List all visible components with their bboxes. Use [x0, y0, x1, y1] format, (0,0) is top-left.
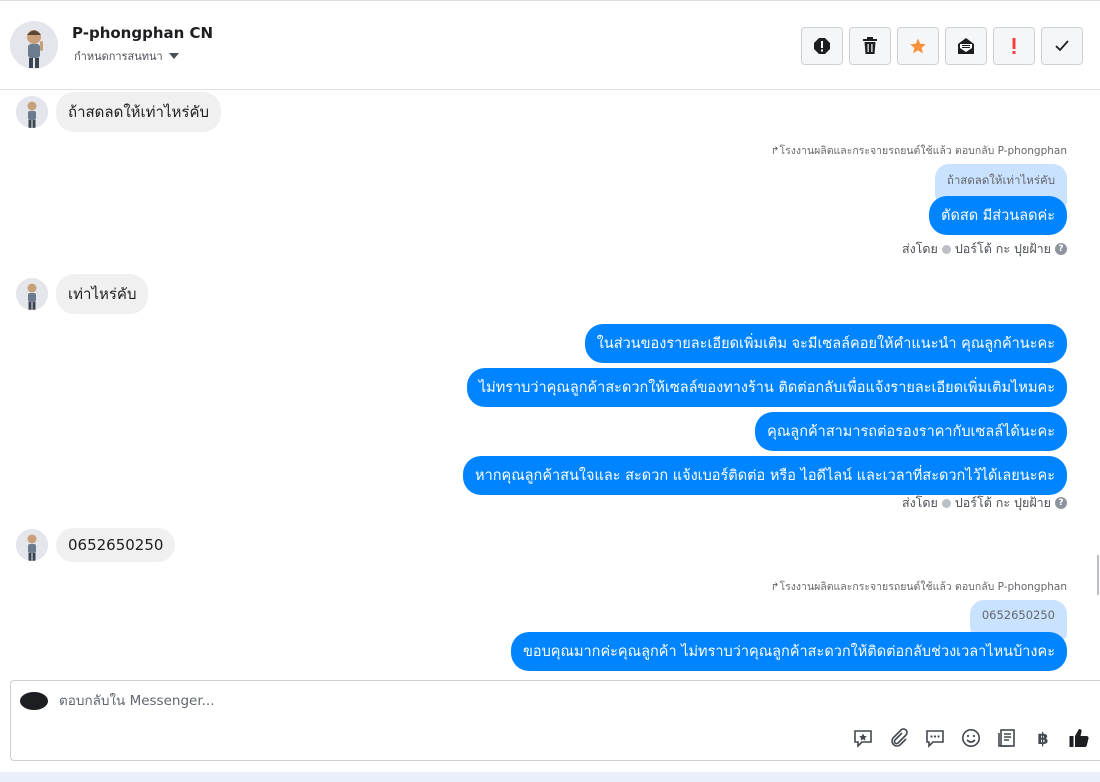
contact-name: P-phongphan CN: [72, 24, 214, 42]
incoming-message: เท่าไหร่คับ: [16, 274, 149, 314]
message-bubble: หากคุณลูกค้าสนใจและ สะดวก แจ้งเบอร์ติดต่…: [463, 456, 1067, 495]
baht-icon: ฿: [1037, 728, 1049, 748]
incoming-message: ถ้าสดลดให้เท่าไหร่คับ: [16, 92, 222, 132]
sent-by-info: ส่งโดย ปอร์โต้ กะ ปุยฝ้าย ?: [902, 493, 1067, 513]
chat-bubble-icon: [926, 730, 944, 748]
star-icon: [910, 38, 926, 54]
message-bubble: 0652650250: [56, 528, 176, 562]
message-thread[interactable]: ถ้าสดลดให้เท่าไหร่คับ ↱โรงงานผลิตและกระจ…: [0, 90, 1100, 672]
message-bubble: คุณลูกค้าสามารถต่อรองราคากับเซลล์ได้นะคะ: [755, 412, 1067, 451]
help-icon[interactable]: ?: [1055, 243, 1067, 255]
saved-reply-button[interactable]: [852, 727, 874, 749]
sent-by-label: ส่งโดย: [901, 241, 938, 256]
thread-scrollbar[interactable]: [1096, 90, 1100, 672]
trash-icon: [863, 37, 877, 54]
notes-button[interactable]: [996, 727, 1018, 749]
message-bubble: เท่าไหร่คับ: [56, 274, 149, 314]
notes-icon: [998, 729, 1015, 747]
report-button[interactable]: [801, 27, 843, 65]
saved-reply-icon: [854, 730, 872, 748]
header-actions: [801, 27, 1083, 65]
mark-done-button[interactable]: [1041, 27, 1083, 65]
attach-button[interactable]: [888, 727, 910, 749]
messenger-inbox: P-phongphan CN กำหนดการสนทนา ถ้าสดลดให้เ…: [0, 0, 1100, 782]
conversation-label: กำหนดการสนทนา: [74, 50, 163, 63]
message-bubble: ขอบคุณมากค่ะคุณลูกค้า ไม่ทราบว่าคุณลูกค้…: [510, 632, 1067, 671]
sent-by-label: ส่งโดย: [901, 495, 938, 510]
emoji-icon: [962, 729, 980, 747]
reply-arrow-icon: ↱: [770, 145, 780, 157]
spam-button[interactable]: [993, 27, 1035, 65]
payment-button[interactable]: ฿: [1032, 727, 1054, 749]
composer-toolbar: ฿: [852, 727, 1100, 749]
reply-context: ↱โรงงานผลิตและกระจายรถยนต์ใช้แล้ว ตอบกลั…: [771, 142, 1067, 159]
message-bubble: ในส่วนของรายละเอียดเพิ่มเติม จะมีเซลล์คอ…: [584, 324, 1067, 363]
page-avatar: [20, 692, 48, 710]
exclamation-icon: [1012, 38, 1016, 54]
sender-name: ปอร์โต้ กะ ปุยฝ้าย: [954, 241, 1051, 256]
reply-context-text: โรงงานผลิตและกระจายรถยนต์ใช้แล้ว ตอบกลับ…: [779, 145, 1067, 157]
outgoing-group: ขอบคุณมากค่ะคุณลูกค้า ไม่ทราบว่าคุณลูกค้…: [510, 632, 1067, 671]
sender-avatar[interactable]: [16, 96, 48, 128]
verified-icon: [941, 244, 951, 254]
reply-arrow-icon: ↱: [770, 581, 780, 593]
star-button[interactable]: [897, 27, 939, 65]
sender-name: ปอร์โต้ กะ ปุยฝ้าย: [954, 495, 1051, 510]
reply-input[interactable]: [59, 693, 759, 709]
quick-replies-button[interactable]: [924, 727, 946, 749]
caret-down-icon: [168, 53, 179, 59]
reply-composer: ฿: [10, 680, 1100, 761]
conversation-header: P-phongphan CN กำหนดการสนทนา: [0, 0, 1100, 90]
contact-avatar[interactable]: [10, 21, 58, 69]
sender-avatar[interactable]: [16, 529, 48, 561]
like-icon: [1069, 729, 1089, 747]
scrollbar-thumb[interactable]: [1097, 555, 1099, 595]
sent-by-info: ส่งโดย ปอร์โต้ กะ ปุยฝ้าย ?: [902, 239, 1067, 259]
attachment-icon: [891, 728, 908, 747]
report-icon: [814, 38, 830, 54]
mark-unread-button[interactable]: [945, 27, 987, 65]
incoming-message: 0652650250: [16, 528, 176, 562]
emoji-button[interactable]: [960, 727, 982, 749]
outgoing-group: ในส่วนของรายละเอียดเพิ่มเติม จะมีเซลล์คอ…: [463, 324, 1067, 495]
mail-icon: [958, 38, 974, 54]
help-icon[interactable]: ?: [1055, 497, 1067, 509]
verified-icon: [941, 498, 951, 508]
reply-context-text: โรงงานผลิตและกระจายรถยนต์ใช้แล้ว ตอบกลับ…: [779, 581, 1067, 593]
check-icon: [1055, 40, 1069, 52]
like-button[interactable]: [1068, 727, 1090, 749]
delete-button[interactable]: [849, 27, 891, 65]
conversation-label-dropdown[interactable]: กำหนดการสนทนา: [74, 47, 179, 65]
sender-avatar[interactable]: [16, 278, 48, 310]
message-bubble: ตัดสด มีส่วนลดค่ะ: [929, 196, 1067, 235]
message-bubble: ถ้าสดลดให้เท่าไหร่คับ: [56, 92, 222, 132]
reply-context: ↱โรงงานผลิตและกระจายรถยนต์ใช้แล้ว ตอบกลั…: [771, 578, 1067, 595]
bottom-strip: [0, 772, 1100, 782]
message-bubble: ไม่ทราบว่าคุณลูกค้าสะดวกให้เซลล์ของทางร้…: [466, 368, 1067, 407]
outgoing-group: ตัดสด มีส่วนลดค่ะ: [929, 196, 1067, 235]
